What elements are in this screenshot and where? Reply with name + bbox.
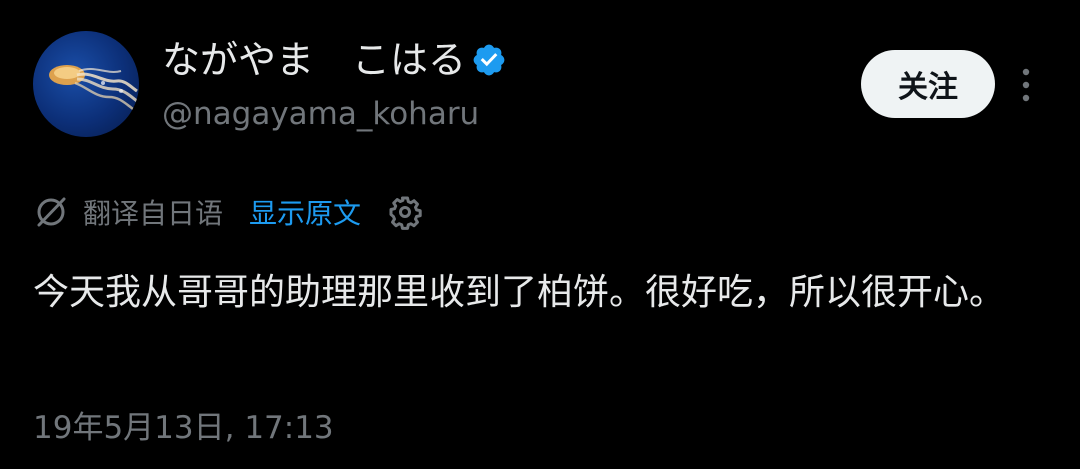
author-avatar[interactable] [33,31,139,137]
verified-badge-icon [473,44,505,76]
translated-from-label: 翻译自日语 [83,197,224,230]
tweet-timestamp[interactable]: 19年5月13日, 17:13 [33,406,334,450]
translation-bar: 翻译自日语 显示原文 [33,190,423,234]
follow-button[interactable]: 关注 [861,50,995,118]
tweet-text: 今天我从哥哥的助理那里收到了柏饼。很好吃，所以很开心。 [33,272,1006,313]
globe-slash-icon [37,197,66,227]
gear-icon[interactable] [387,194,423,230]
more-vertical-icon[interactable] [1016,66,1036,104]
jellyfish-avatar [49,65,138,110]
author-handle[interactable]: @nagayama_koharu [162,94,479,134]
author-display-name[interactable]: ながやま こはる [162,36,466,84]
show-original-link[interactable]: 显示原文 [249,192,361,232]
